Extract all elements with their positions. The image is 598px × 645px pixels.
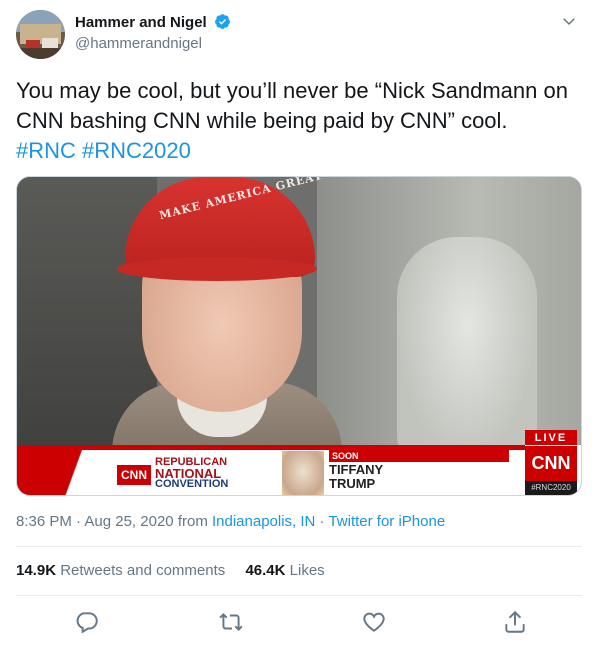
- from-label: from: [177, 513, 208, 530]
- handle[interactable]: @hammerandnigel: [75, 35, 231, 52]
- rnc-logo: REPUBLICAN NATIONAL CONVENTION: [155, 457, 275, 490]
- hashtag-rnc[interactable]: #RNC: [16, 138, 76, 163]
- likes-count: 46.4K: [245, 562, 286, 579]
- speaker-thumbnail: [282, 451, 324, 495]
- display-name[interactable]: Hammer and Nigel: [75, 14, 207, 31]
- source-link[interactable]: Twitter for iPhone: [328, 513, 445, 530]
- avatar[interactable]: [16, 10, 65, 59]
- background-statue: [397, 237, 537, 457]
- tweet-body: You may be cool, but you’ll never be “Ni…: [16, 78, 568, 133]
- retweets-stat[interactable]: 14.9K Retweets and comments: [16, 562, 225, 579]
- cnn-logo-small: CNN: [117, 465, 151, 485]
- rnc2020-watermark: #RNC2020: [525, 481, 577, 495]
- soon-label: SOON: [329, 450, 509, 462]
- divider: [16, 595, 582, 596]
- tweet-stats: 14.9K Retweets and comments 46.4K Likes: [16, 562, 341, 579]
- rnc-line-3: CONVENTION: [155, 478, 229, 490]
- likes-stat[interactable]: 46.4K Likes: [245, 562, 324, 579]
- retweets-count: 14.9K: [16, 562, 57, 579]
- hashtag-rnc2020[interactable]: #RNC2020: [82, 138, 191, 163]
- retweets-label: Retweets and comments: [60, 562, 226, 579]
- retweet-icon[interactable]: [218, 609, 244, 635]
- tweet-meta: 8:36 PM · Aug 25, 2020 from Indianapolis…: [16, 513, 446, 530]
- speaker-name: TIFFANY TRUMP: [329, 463, 383, 491]
- tweet-time[interactable]: 8:36 PM: [16, 513, 72, 530]
- share-icon[interactable]: [502, 609, 528, 635]
- verified-badge-icon: [215, 14, 231, 29]
- reply-icon[interactable]: [74, 609, 100, 635]
- like-icon[interactable]: [361, 609, 387, 635]
- author-names: Hammer and Nigel @hammerandnigel: [75, 13, 231, 52]
- speaker-first-name: TIFFANY: [329, 462, 384, 477]
- likes-label: Likes: [289, 562, 325, 579]
- chevron-down-icon[interactable]: [560, 12, 578, 30]
- divider: [16, 546, 582, 547]
- location-link[interactable]: Indianapolis, IN: [212, 513, 315, 530]
- tweet-actions: [16, 609, 582, 637]
- tweet-date[interactable]: Aug 25, 2020: [84, 513, 173, 530]
- tweet-header: Hammer and Nigel @hammerandnigel: [16, 10, 582, 60]
- speaker-last-name: TRUMP: [329, 476, 376, 491]
- tweet-video-image[interactable]: MAKE AMERICA GREAT LIVE CNN REPUBLICAN N…: [16, 176, 582, 496]
- cnn-logo-large: CNN: [525, 446, 577, 481]
- live-badge: LIVE: [525, 430, 577, 446]
- tweet-text: You may be cool, but you’ll never be “Ni…: [16, 76, 582, 166]
